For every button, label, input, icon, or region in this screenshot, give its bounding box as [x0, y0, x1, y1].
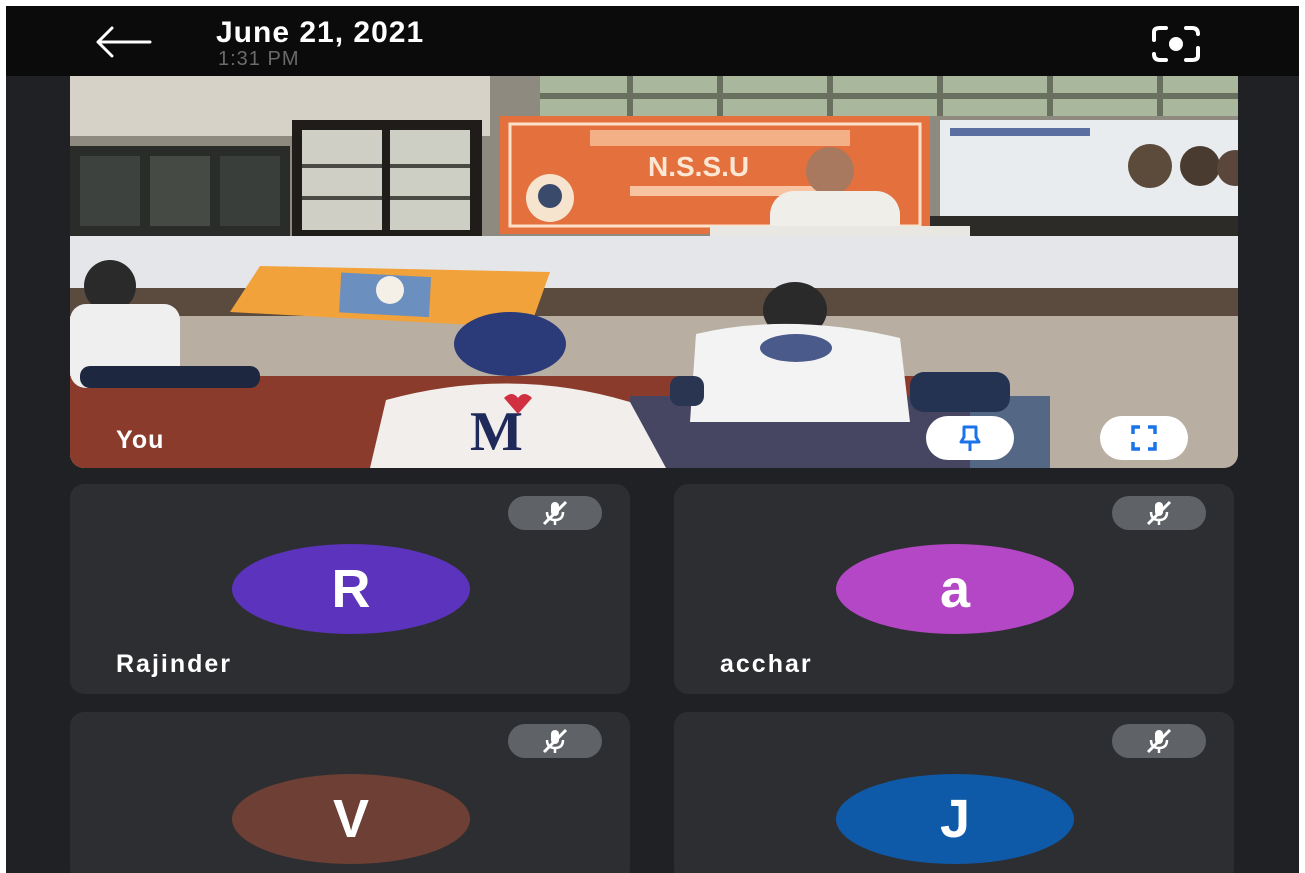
avatar: a	[836, 544, 1074, 634]
self-video-tile[interactable]: N.S.S.U M You	[70, 76, 1238, 468]
participant-tile[interactable]: a acchar	[674, 484, 1234, 694]
muted-badge	[508, 496, 602, 530]
top-bar: June 21, 2021 1:31 PM	[6, 6, 1299, 76]
muted-badge	[508, 724, 602, 758]
video-feed: N.S.S.U M	[70, 76, 1238, 468]
pin-icon	[959, 425, 981, 451]
meeting-time: 1:31 PM	[218, 48, 300, 70]
participant-tile[interactable]: V	[70, 712, 630, 873]
meeting-date: June 21, 2021	[216, 16, 425, 49]
self-name-label: You	[116, 426, 165, 454]
arrow-left-icon	[96, 26, 152, 58]
fullscreen-icon	[1131, 425, 1157, 451]
fullscreen-button[interactable]	[1100, 416, 1188, 460]
back-button[interactable]	[90, 24, 154, 60]
participant-name: Rajinder	[116, 650, 233, 678]
participant-name: acchar	[720, 650, 813, 678]
participant-tile[interactable]: J	[674, 712, 1234, 873]
pin-button[interactable]	[926, 416, 1014, 460]
mic-off-icon	[542, 728, 568, 754]
switch-camera-button[interactable]	[1146, 24, 1206, 64]
meet-screen: June 21, 2021 1:31 PM N.S.S.U M You R Ra…	[6, 6, 1299, 873]
switch-camera-icon	[1152, 26, 1200, 62]
avatar: R	[232, 544, 470, 634]
mic-off-icon	[1146, 728, 1172, 754]
mic-off-icon	[1146, 500, 1172, 526]
participant-tile[interactable]: R Rajinder	[70, 484, 630, 694]
avatar: V	[232, 774, 470, 864]
mic-off-icon	[542, 500, 568, 526]
avatar: J	[836, 774, 1074, 864]
banner-text: N.S.S.U	[648, 151, 749, 182]
muted-badge	[1112, 496, 1206, 530]
muted-badge	[1112, 724, 1206, 758]
